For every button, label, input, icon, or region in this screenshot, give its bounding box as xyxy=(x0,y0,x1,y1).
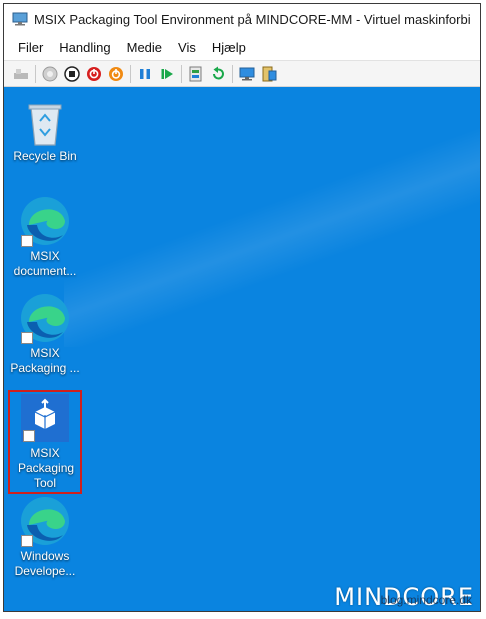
turn-off-icon xyxy=(64,65,80,82)
ctrl-alt-del-icon xyxy=(14,68,28,79)
menu-help[interactable]: Hjælp xyxy=(204,40,254,55)
desktop-icon-label: MSIX Packaging ... xyxy=(10,346,80,375)
resume-button[interactable] xyxy=(156,63,178,85)
desktop-icon-windows-developer[interactable]: Windows Develope... xyxy=(8,495,82,579)
edge-icon xyxy=(19,195,71,247)
turn-off-button[interactable] xyxy=(61,63,83,85)
vm-connect-icon xyxy=(12,12,28,26)
shortcut-arrow-icon xyxy=(23,430,35,442)
desktop-icon-label: Recycle Bin xyxy=(13,149,77,163)
checkpoint-button[interactable] xyxy=(185,63,207,85)
start-icon xyxy=(42,66,58,81)
power-icon xyxy=(109,66,123,81)
msix-packaging-tool-icon xyxy=(21,394,69,442)
menu-action[interactable]: Handling xyxy=(51,40,118,55)
desktop-icon-msix-packaging-link[interactable]: MSIX Packaging ... xyxy=(8,292,82,376)
share-button[interactable] xyxy=(258,63,280,85)
window-title: MSIX Packaging Tool Environment på MINDC… xyxy=(34,11,471,27)
menu-bar: Filer Handling Medie Vis Hjælp xyxy=(4,34,480,60)
desktop-icon-label: Windows Develope... xyxy=(14,549,76,578)
start-button[interactable] xyxy=(39,63,61,85)
desktop-icon-label: MSIX Packaging Tool xyxy=(18,446,75,490)
pause-button[interactable] xyxy=(134,63,156,85)
ctrl-alt-del-button[interactable] xyxy=(10,63,32,85)
toolbar-separator xyxy=(130,64,131,83)
menu-media[interactable]: Medie xyxy=(119,40,170,55)
desktop[interactable]: Recycle Bin MSIX document... MSIX Packag… xyxy=(4,87,480,611)
vm-window: MSIX Packaging Tool Environment på MINDC… xyxy=(3,3,481,612)
resume-icon xyxy=(161,68,173,79)
shortcut-arrow-icon xyxy=(21,235,33,247)
recycle-bin-icon xyxy=(23,99,67,147)
checkpoint-icon xyxy=(189,66,202,81)
edge-icon xyxy=(19,495,71,547)
revert-button[interactable] xyxy=(207,63,229,85)
desktop-icon-msix-packaging-tool[interactable]: MSIX Packaging Tool xyxy=(8,394,82,491)
shutdown-icon xyxy=(87,66,101,81)
shutdown-button[interactable] xyxy=(83,63,105,85)
menu-file[interactable]: Filer xyxy=(4,40,51,55)
share-icon xyxy=(262,66,277,81)
reset-button[interactable] xyxy=(105,63,127,85)
desktop-icon-msix-document[interactable]: MSIX document... xyxy=(8,195,82,279)
edge-icon xyxy=(19,292,71,344)
title-bar: MSIX Packaging Tool Environment på MINDC… xyxy=(4,4,480,34)
toolbar-separator xyxy=(35,64,36,83)
menu-view[interactable]: Vis xyxy=(170,40,204,55)
enhanced-session-icon xyxy=(239,67,255,80)
desktop-icon-label: MSIX document... xyxy=(13,249,77,278)
wallpaper-sheen xyxy=(64,87,480,347)
toolbar xyxy=(4,60,480,87)
toolbar-separator xyxy=(181,64,182,83)
pause-icon xyxy=(140,68,150,79)
desktop-icon-recycle-bin[interactable]: Recycle Bin xyxy=(8,99,82,164)
enhanced-session-button[interactable] xyxy=(236,63,258,85)
revert-icon xyxy=(213,66,224,79)
blog-watermark: blog.mindcore.dk xyxy=(380,593,472,607)
shortcut-arrow-icon xyxy=(21,332,33,344)
toolbar-separator xyxy=(232,64,233,83)
shortcut-arrow-icon xyxy=(21,535,33,547)
